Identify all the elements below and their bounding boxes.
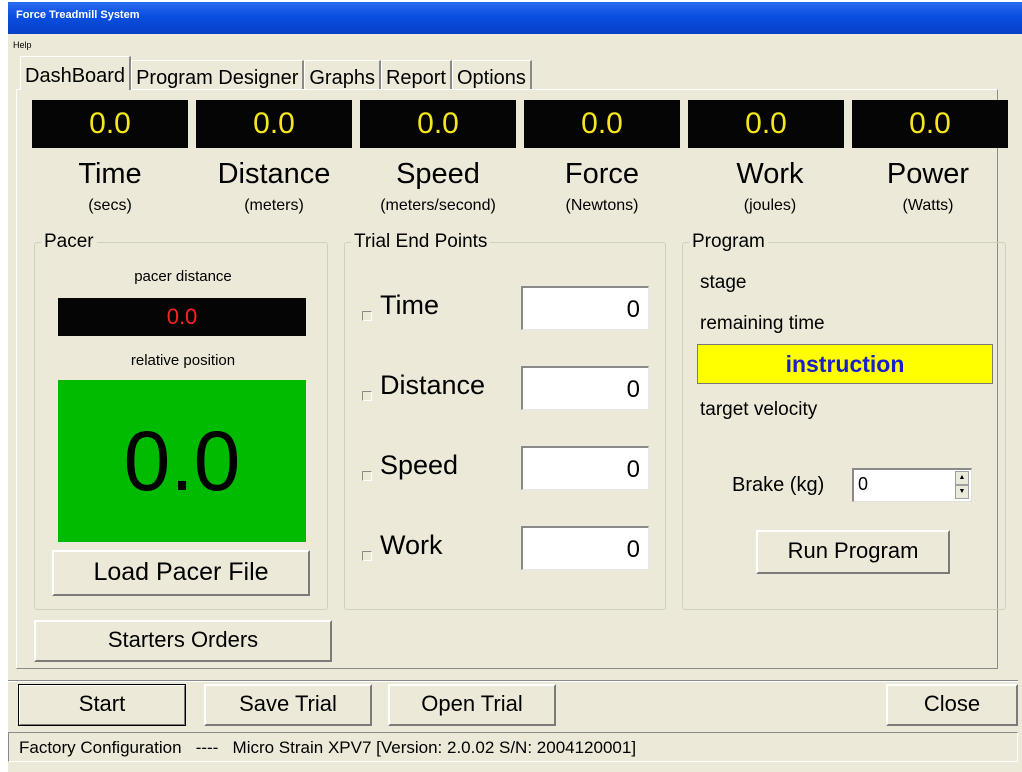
status-bar: Factory Configuration ---- Micro Strain … [8,732,1018,762]
tab-options[interactable]: Options [451,60,532,90]
distance-end-point-input[interactable]: 0 [521,366,649,410]
menu-help[interactable]: Help [13,40,32,50]
work-end-point-input[interactable]: 0 [521,526,649,570]
spin-up-icon[interactable]: ▲ [955,471,969,485]
target-velocity-label: target velocity [700,399,818,420]
work-metric-label: Work (joules) [692,158,848,215]
load-pacer-file-button[interactable]: Load Pacer File [52,550,310,596]
status-device: Micro Strain XPV7 [Version: 2.0.02 S/N: … [232,738,637,757]
pacer-group-title: Pacer [41,231,97,253]
stage-label: stage [700,272,747,293]
power-readout: 0.0 [852,100,1008,148]
spin-down-icon[interactable]: ▼ [955,485,969,499]
status-config: Factory Configuration [19,738,182,757]
time-end-point-input[interactable]: 0 [521,286,649,330]
program-group-title: Program [689,231,768,253]
force-metric-label: Force (Newtons) [524,158,680,215]
work-end-point-label: Work [380,530,443,560]
save-trial-button[interactable]: Save Trial [204,684,372,726]
speed-end-point-label: Speed [380,450,459,480]
tab-program-designer[interactable]: Program Designer [131,60,305,90]
brake-label: Brake (kg) [732,474,825,496]
metric-unit: (secs) [88,197,132,214]
metric-unit: (Watts) [902,197,954,214]
window-title: Force Treadmill System [16,9,140,21]
speed-end-point-checkbox[interactable] [362,471,372,481]
speed-readout: 0.0 [360,100,516,148]
trial-end-points-title: Trial End Points [351,231,491,253]
work-end-point-checkbox[interactable] [362,551,372,561]
tab-strip: DashBoard Program Designer Graphs Report… [20,56,532,90]
menu-bar: Help [8,34,1022,54]
metric-unit: (Newtons) [565,197,639,214]
tab-graphs[interactable]: Graphs [304,60,381,90]
distance-end-point-checkbox[interactable] [362,391,372,401]
relative-position-display: 0.0 [58,380,306,542]
time-end-point-checkbox[interactable] [362,311,372,321]
distance-metric-label: Distance (meters) [196,158,352,215]
time-end-point-label: Time [380,290,439,320]
run-program-button[interactable]: Run Program [756,530,950,574]
tab-dashboard[interactable]: DashBoard [20,56,132,90]
open-trial-button[interactable]: Open Trial [388,684,556,726]
pacer-distance-display: 0.0 [58,298,306,336]
instruction-display: instruction [697,344,993,384]
starters-orders-button[interactable]: Starters Orders [34,620,332,662]
time-readout: 0.0 [32,100,188,148]
metric-name: Distance [217,158,331,190]
relative-position-label: relative position [130,352,236,369]
force-readout: 0.0 [524,100,680,148]
status-separator: ---- [195,738,219,757]
metric-unit: (meters) [244,197,304,214]
metric-unit: (meters/second) [380,197,496,214]
start-button[interactable]: Start [18,684,186,726]
close-button[interactable]: Close [886,684,1018,726]
time-metric-label: Time (secs) [32,158,188,215]
metric-name: Time [78,158,142,190]
work-readout: 0.0 [688,100,844,148]
title-bar[interactable]: Force Treadmill System [8,2,1022,34]
speed-end-point-input[interactable]: 0 [521,446,649,490]
brake-spinner[interactable]: 0 ▲ ▼ [852,468,972,502]
metric-name: Power [886,158,970,190]
metric-name: Speed [396,158,480,190]
distance-end-point-label: Distance [380,370,486,400]
distance-readout: 0.0 [196,100,352,148]
metric-name: Work [736,158,804,190]
speed-metric-label: Speed (meters/second) [356,158,520,215]
bottom-divider [8,680,1018,682]
tab-report[interactable]: Report [380,60,452,90]
remaining-time-label: remaining time [700,313,825,334]
power-metric-label: Power (Watts) [850,158,1006,215]
brake-value: 0 [858,474,869,494]
metric-unit: (joules) [743,197,797,214]
metric-name: Force [564,158,640,190]
pacer-distance-label: pacer distance [134,268,232,285]
